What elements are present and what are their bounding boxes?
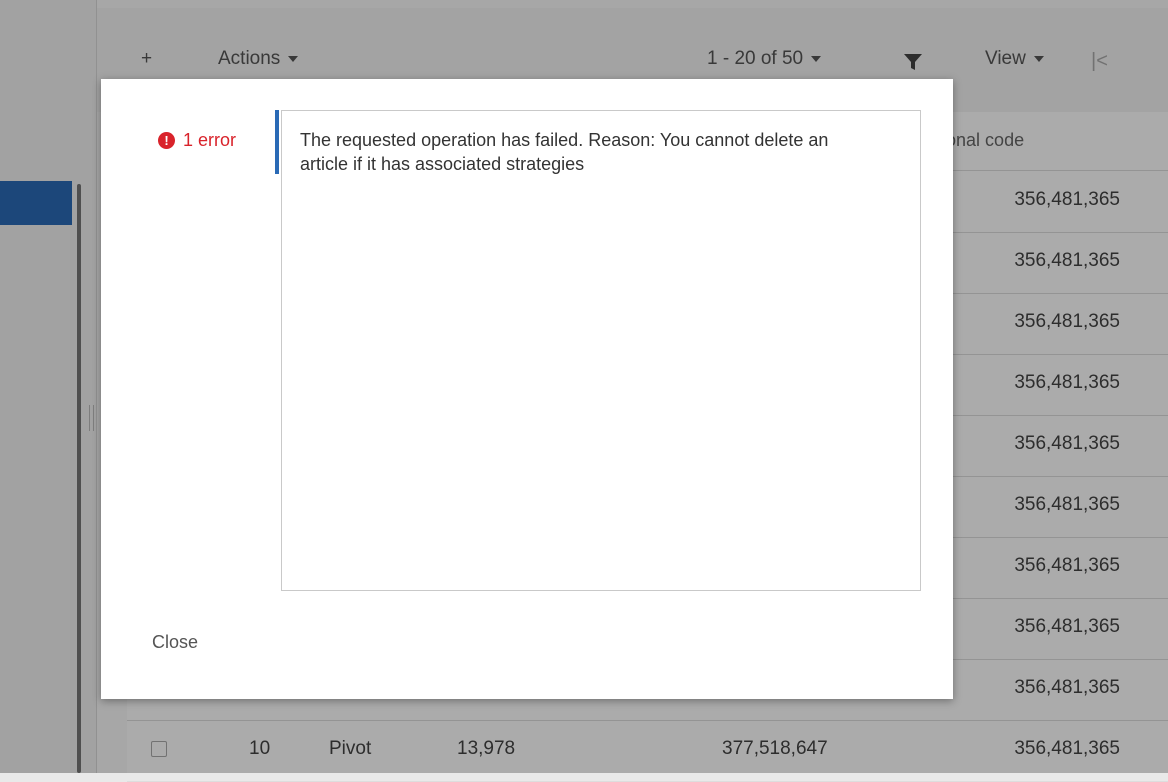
selected-error-indicator [275,110,279,174]
error-message-box: The requested operation has failed. Reas… [281,110,921,591]
error-count[interactable]: ! 1 error [158,130,236,151]
error-icon: ! [158,132,175,149]
error-count-label: 1 error [183,130,237,150]
error-dialog: ! 1 error The requested operation has fa… [101,79,953,699]
error-message: The requested operation has failed. Reas… [300,130,829,174]
close-button[interactable]: Close [152,632,198,653]
app-window: + Actions 1 - 20 of 50 View |< national … [0,0,1168,782]
